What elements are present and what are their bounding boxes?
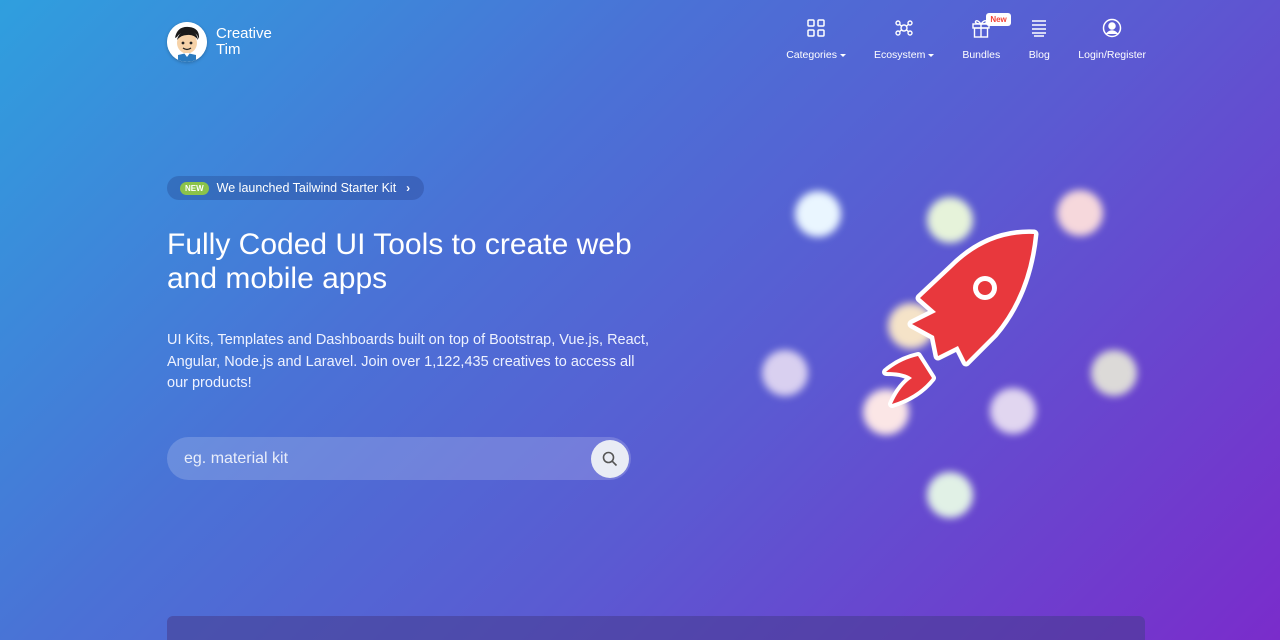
nav-item-login-register[interactable]: Login/Register xyxy=(1064,16,1160,61)
nav-label-categories: Categories xyxy=(786,49,837,61)
search-bar xyxy=(167,437,631,480)
announcement-new-badge: NEW xyxy=(180,181,209,195)
nav-item-ecosystem[interactable]: Ecosystem xyxy=(860,16,948,61)
brand-name-line-2: Tim xyxy=(216,41,241,58)
brand-name-line-1: Creative xyxy=(216,25,272,42)
nav-label-login-register: Login/Register xyxy=(1078,49,1146,61)
blurred-orb-icon xyxy=(762,350,808,396)
top-navigation: Categories Ecosystem New Bundles Blog Lo… xyxy=(772,13,1160,61)
new-badge: New xyxy=(986,13,1011,26)
blurred-orb-icon xyxy=(795,191,841,237)
bottom-content-card xyxy=(167,616,1145,640)
rocket-icon xyxy=(882,229,1039,408)
nav-label-ecosystem: Ecosystem xyxy=(873,49,926,61)
creative-tim-logo-icon xyxy=(167,22,207,62)
announcement-pill[interactable]: NEW We launched Tailwind Starter Kit › xyxy=(167,176,425,200)
nav-item-blog[interactable]: Blog xyxy=(1014,16,1064,61)
user-icon xyxy=(1101,16,1123,40)
search-icon xyxy=(602,451,618,466)
nav-item-categories[interactable]: Categories xyxy=(772,16,860,61)
announcement-text: We launched Tailwind Starter Kit xyxy=(216,181,397,195)
brand-logo-link[interactable]: Creative Tim xyxy=(167,22,272,62)
search-button[interactable] xyxy=(591,439,629,478)
blurred-orb-icon xyxy=(1091,350,1137,396)
network-icon xyxy=(893,16,915,40)
hero-title: Fully Coded UI Tools to create web and m… xyxy=(167,228,632,295)
chevron-right-icon: › xyxy=(406,181,411,195)
nav-item-bundles[interactable]: New Bundles xyxy=(948,13,1014,61)
nav-label-bundles: Bundles xyxy=(962,49,1001,61)
blurred-orb-icon xyxy=(927,472,973,518)
chevron-down-icon xyxy=(928,54,935,57)
grid-icon xyxy=(805,16,827,40)
list-icon xyxy=(1028,16,1050,40)
blurred-orb-icon xyxy=(1057,190,1103,236)
hero-description: UI Kits, Templates and Dashboards built … xyxy=(167,332,649,391)
avatar xyxy=(167,22,207,62)
search-input[interactable] xyxy=(167,437,591,480)
nav-label-blog: Blog xyxy=(1028,49,1050,61)
chevron-down-icon xyxy=(839,54,846,57)
